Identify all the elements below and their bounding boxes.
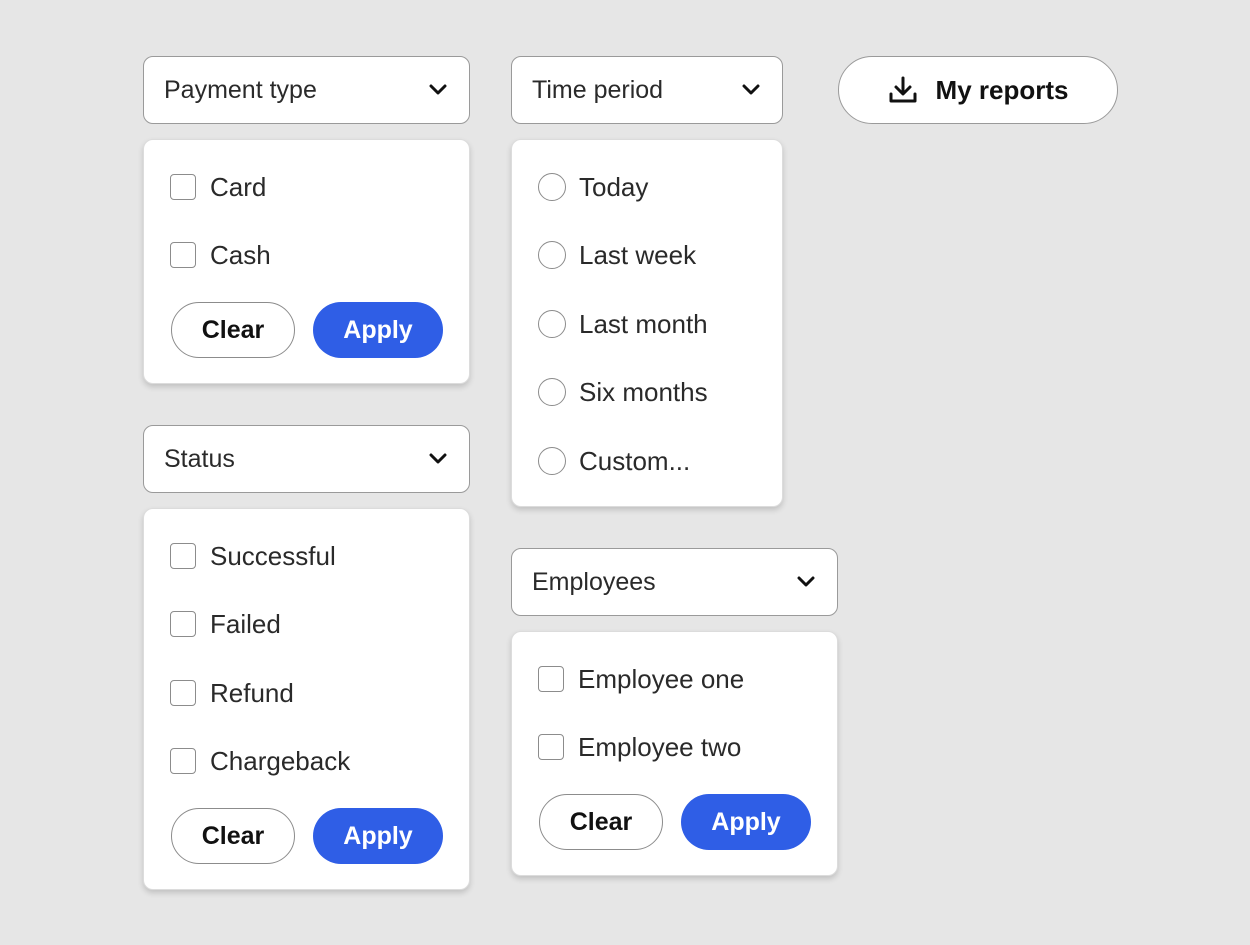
employees-dropdown[interactable]: Employees bbox=[511, 548, 838, 616]
option-label: Employee two bbox=[578, 731, 742, 762]
checkbox[interactable] bbox=[170, 242, 196, 268]
checkbox[interactable] bbox=[170, 543, 196, 569]
time-option-six-months[interactable]: Six months bbox=[538, 372, 708, 412]
employees-label: Employees bbox=[532, 567, 656, 596]
checkbox[interactable] bbox=[170, 611, 196, 637]
payment-option-cash[interactable]: Cash bbox=[170, 235, 271, 275]
option-label: Custom... bbox=[579, 445, 691, 476]
status-option-failed[interactable]: Failed bbox=[170, 604, 281, 644]
radio-button[interactable] bbox=[538, 173, 566, 201]
radio-button[interactable] bbox=[538, 310, 566, 338]
option-label: Last month bbox=[579, 308, 708, 339]
option-label: Failed bbox=[210, 608, 281, 639]
checkbox[interactable] bbox=[170, 174, 196, 200]
option-label: Chargeback bbox=[210, 745, 351, 776]
status-apply-button[interactable]: Apply bbox=[313, 808, 443, 864]
status-option-refund[interactable]: Refund bbox=[170, 673, 294, 713]
payment-type-dropdown[interactable]: Payment type bbox=[143, 56, 470, 124]
time-period-dropdown[interactable]: Time period bbox=[511, 56, 783, 124]
checkbox[interactable] bbox=[538, 666, 564, 692]
status-dropdown[interactable]: Status bbox=[143, 425, 470, 493]
checkbox[interactable] bbox=[170, 680, 196, 706]
status-panel: Successful Failed Refund Chargeback Clea… bbox=[143, 508, 470, 890]
time-option-last-month[interactable]: Last month bbox=[538, 304, 708, 344]
option-label: Successful bbox=[210, 540, 336, 571]
chevron-down-icon bbox=[797, 576, 815, 588]
option-label: Six months bbox=[579, 376, 708, 407]
option-label: Refund bbox=[210, 677, 294, 708]
employee-option-one[interactable]: Employee one bbox=[538, 659, 744, 699]
option-label: Employee one bbox=[578, 663, 745, 694]
employees-panel: Employee one Employee two Clear Apply bbox=[511, 631, 838, 876]
status-option-successful[interactable]: Successful bbox=[170, 536, 336, 576]
employees-clear-button[interactable]: Clear bbox=[539, 794, 663, 850]
option-label: Cash bbox=[210, 239, 271, 270]
radio-button[interactable] bbox=[538, 447, 566, 475]
payment-type-panel: Card Cash Clear Apply bbox=[143, 139, 470, 384]
employees-apply-button[interactable]: Apply bbox=[681, 794, 811, 850]
option-label: Card bbox=[210, 171, 267, 202]
checkbox[interactable] bbox=[538, 734, 564, 760]
time-option-custom[interactable]: Custom... bbox=[538, 441, 690, 481]
radio-button[interactable] bbox=[538, 241, 566, 269]
option-label: Today bbox=[579, 171, 649, 202]
time-period-panel: Today Last week Last month Six months Cu… bbox=[511, 139, 783, 507]
chevron-down-icon bbox=[429, 453, 447, 465]
time-option-today[interactable]: Today bbox=[538, 167, 648, 207]
status-clear-button[interactable]: Clear bbox=[171, 808, 295, 864]
payment-clear-button[interactable]: Clear bbox=[171, 302, 295, 358]
chevron-down-icon bbox=[429, 84, 447, 96]
option-label: Last week bbox=[579, 239, 697, 270]
payment-type-label: Payment type bbox=[164, 75, 317, 104]
payment-apply-button[interactable]: Apply bbox=[313, 302, 443, 358]
my-reports-label: My reports bbox=[935, 74, 1069, 105]
employee-option-two[interactable]: Employee two bbox=[538, 727, 741, 767]
time-option-last-week[interactable]: Last week bbox=[538, 235, 696, 275]
status-option-chargeback[interactable]: Chargeback bbox=[170, 741, 350, 781]
radio-button[interactable] bbox=[538, 378, 566, 406]
chevron-down-icon bbox=[742, 84, 760, 96]
my-reports-button[interactable]: My reports bbox=[838, 56, 1118, 124]
time-period-label: Time period bbox=[532, 75, 664, 104]
payment-option-card[interactable]: Card bbox=[170, 167, 266, 207]
download-icon bbox=[888, 76, 918, 104]
checkbox[interactable] bbox=[170, 748, 196, 774]
status-label: Status bbox=[164, 444, 235, 473]
